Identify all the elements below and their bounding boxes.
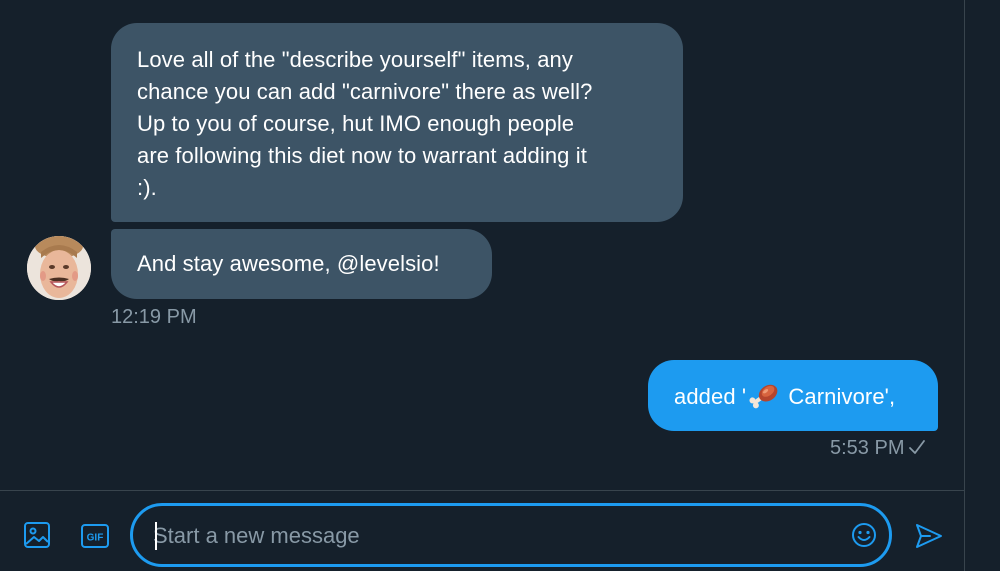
message-text: added ': [674, 384, 747, 409]
text-cursor: [155, 522, 157, 550]
panel-divider: [964, 0, 965, 571]
avatar[interactable]: [27, 236, 91, 300]
incoming-message-bubble[interactable]: And stay awesome, @levelsio!: [111, 229, 492, 299]
message-text: And stay awesome, @levelsio!: [137, 251, 440, 276]
message-timestamp: 5:53 PM: [830, 437, 905, 459]
emoji-icon: [852, 523, 876, 547]
svg-text:GIF: GIF: [87, 533, 104, 544]
conversation-view: Love all of the "describe yourself" item…: [0, 0, 1000, 571]
incoming-message-bubble[interactable]: Love all of the "describe yourself" item…: [111, 23, 683, 222]
add-image-button[interactable]: [22, 520, 52, 550]
outgoing-message-bubble[interactable]: added ' Carnivore',: [648, 360, 938, 431]
checkmark-icon: [909, 440, 926, 454]
meat-on-bone-icon: [749, 384, 778, 409]
add-gif-button[interactable]: GIF: [80, 521, 110, 551]
message-line: Love all of the "describe yourself" item…: [137, 47, 573, 72]
send-button[interactable]: [914, 521, 944, 551]
message-line: are following this diet now to warrant a…: [137, 143, 587, 168]
message-composer: [130, 503, 892, 567]
message-text: Carnivore',: [782, 384, 896, 409]
composer-divider: [0, 490, 964, 491]
message-line: :).: [137, 175, 157, 200]
emoji-button[interactable]: [850, 521, 878, 549]
message-input[interactable]: [153, 520, 833, 552]
message-timestamp: 12:19 PM: [111, 306, 197, 328]
message-line: chance you can add "carnivore" there as …: [137, 79, 593, 104]
send-icon: [916, 524, 942, 548]
avatar-face-icon: [27, 236, 91, 300]
message-timestamp-with-status: 5:53 PM: [830, 436, 926, 460]
image-icon: [24, 522, 50, 548]
message-line: Up to you of course, hut IMO enough peop…: [137, 111, 575, 136]
gif-icon: GIF: [81, 524, 109, 548]
